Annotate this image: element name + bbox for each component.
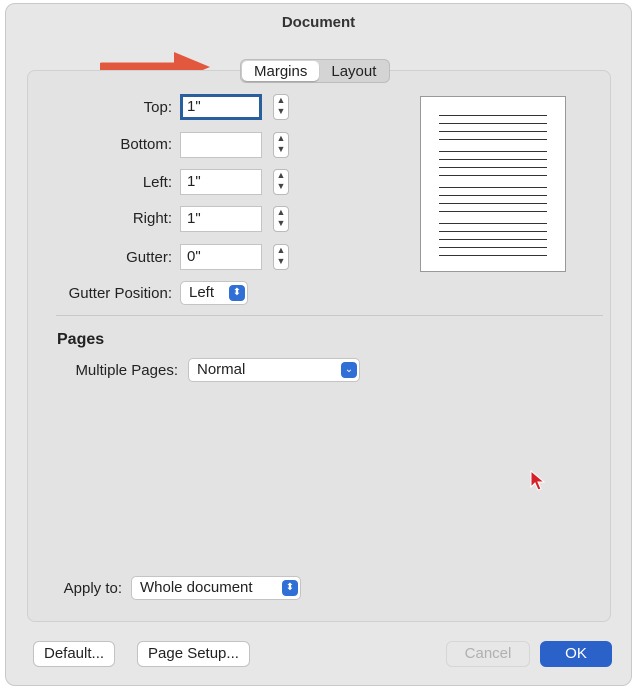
top-margin-field[interactable]: 1" [180, 94, 262, 120]
ok-button[interactable]: OK [540, 641, 612, 667]
preview-text-line [439, 255, 547, 256]
left-margin-field[interactable]: 1" [180, 169, 262, 195]
apply-to-label: Apply to: [63, 580, 122, 597]
apply-to-select[interactable]: Whole document ⬍ [131, 576, 301, 600]
right-margin-stepper[interactable]: ▲ ▼ [273, 206, 289, 232]
preview-text-line [439, 123, 547, 124]
chevron-up-icon: ▲ [276, 170, 286, 180]
mouse-cursor-icon [530, 470, 546, 491]
chevron-down-icon: ▼ [276, 218, 286, 228]
chevron-updown-icon: ⬍ [229, 285, 245, 301]
multiple-pages-select[interactable]: Normal ⌄ [188, 358, 360, 382]
default-button[interactable]: Default... [33, 641, 116, 667]
bottom-margin-field[interactable] [180, 132, 262, 158]
chevron-down-icon: ▼ [276, 144, 286, 154]
gutter-stepper[interactable]: ▲ ▼ [273, 244, 289, 270]
preview-text-line [439, 231, 547, 232]
chevron-updown-icon: ⬍ [282, 580, 298, 596]
right-margin-field[interactable]: 1" [180, 206, 262, 232]
tab-margins[interactable]: Margins [242, 61, 320, 81]
bottom-label: Bottom: [120, 136, 172, 153]
gutter-position-select[interactable]: Left ⬍ [180, 281, 248, 305]
multiple-pages-value: Normal [197, 361, 246, 378]
top-margin-stepper[interactable]: ▲ ▼ [273, 94, 289, 120]
left-margin-stepper[interactable]: ▲ ▼ [273, 169, 289, 195]
right-label: Right: [132, 210, 172, 227]
section-divider [56, 315, 603, 316]
chevron-down-icon: ▼ [276, 106, 286, 116]
chevron-down-icon: ▼ [276, 181, 286, 191]
bottom-margin-stepper[interactable]: ▲ ▼ [273, 132, 289, 158]
preview-text-line [439, 247, 547, 248]
preview-text-line [439, 195, 547, 196]
left-label: Left: [142, 174, 172, 191]
preview-text-line [439, 115, 547, 116]
chevron-down-icon: ⌄ [341, 362, 357, 378]
tab-switcher: Margins Layout [240, 59, 391, 83]
preview-text-line [439, 203, 547, 204]
chevron-up-icon: ▲ [276, 133, 286, 143]
gutter-position-value: Left [189, 284, 215, 301]
preview-text-line [439, 167, 547, 168]
gutter-label: Gutter: [126, 249, 172, 266]
preview-text-line [439, 187, 547, 188]
tab-layout[interactable]: Layout [319, 61, 388, 81]
apply-to-value: Whole document [140, 579, 253, 596]
preview-text-line [439, 175, 547, 176]
chevron-up-icon: ▲ [276, 95, 286, 105]
dialog-title: Document [281, 14, 356, 31]
preview-text-line [439, 151, 547, 152]
multiple-pages-label: Multiple Pages: [75, 362, 178, 379]
cancel-button[interactable]: Cancel [446, 641, 530, 667]
page-setup-button[interactable]: Page Setup... [137, 641, 250, 667]
preview-text-line [439, 139, 547, 140]
preview-text-line [439, 223, 547, 224]
chevron-up-icon: ▲ [276, 245, 286, 255]
top-label: Top: [143, 99, 172, 116]
preview-text-line [439, 159, 547, 160]
chevron-down-icon: ▼ [276, 256, 286, 266]
preview-text-line [439, 239, 547, 240]
pages-section-title: Pages [57, 331, 105, 348]
gutter-field[interactable]: 0" [180, 244, 262, 270]
preview-text-line [439, 211, 547, 212]
page-preview [420, 96, 566, 272]
gutter-position-label: Gutter Position: [68, 285, 172, 302]
preview-text-line [439, 131, 547, 132]
chevron-up-icon: ▲ [276, 207, 286, 217]
